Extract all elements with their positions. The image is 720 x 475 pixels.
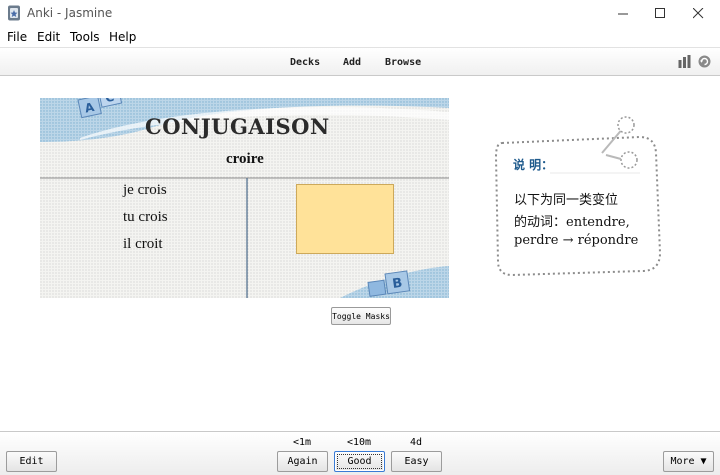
again-button[interactable]: Again	[277, 451, 328, 472]
occlusion-mask[interactable]	[296, 184, 394, 254]
easy-button[interactable]: Easy	[391, 451, 442, 472]
note-line: 以下为同一类变位	[514, 193, 619, 208]
again-interval: <1m	[292, 437, 312, 448]
decks-link[interactable]: Decks	[290, 57, 320, 68]
window-title: Anki - Jasmine	[27, 6, 113, 20]
conjugation-line: je crois	[123, 182, 167, 198]
menu-edit[interactable]: Edit	[37, 30, 60, 44]
menu-help[interactable]: Help	[109, 30, 136, 44]
more-button[interactable]: More ▼	[663, 451, 714, 472]
maximize-button[interactable]	[642, 0, 678, 27]
stats-icon[interactable]	[678, 55, 692, 68]
conjugation-line: tu crois	[123, 209, 168, 225]
menu-bar: File Edit Tools Help	[0, 27, 720, 47]
easy-interval: 4d	[409, 437, 423, 448]
card-image: A C B CONJUGAISON croire je crois tu cro…	[40, 98, 449, 298]
minimize-icon	[617, 13, 628, 15]
note-line: perdre → répondre	[514, 233, 639, 248]
maximize-icon	[654, 8, 665, 18]
note-line: 的动词：entendre,	[514, 215, 630, 230]
note-title: 说 明：	[513, 158, 554, 172]
verb-infinitive: croire	[226, 151, 264, 167]
main-toolbar: Decks Add Browse	[0, 47, 720, 76]
browse-link[interactable]: Browse	[385, 57, 421, 68]
svg-text:B: B	[391, 276, 403, 292]
edit-button[interactable]: Edit	[6, 451, 57, 472]
good-button[interactable]: Good	[334, 451, 385, 472]
good-interval: <10m	[346, 437, 372, 448]
sync-icon[interactable]	[698, 55, 711, 68]
conjugation-line: il croit	[123, 236, 163, 252]
minimize-button[interactable]	[605, 0, 641, 27]
toggle-masks-button[interactable]: Toggle Masks	[331, 307, 391, 325]
close-button[interactable]	[680, 0, 716, 27]
menu-tools[interactable]: Tools	[70, 30, 100, 44]
menu-file[interactable]: File	[7, 30, 27, 44]
title-bar: Anki - Jasmine	[0, 0, 720, 27]
close-icon	[692, 8, 703, 19]
add-link[interactable]: Add	[343, 57, 361, 68]
anki-app-icon	[8, 5, 20, 21]
card-heading: CONJUGAISON	[145, 114, 330, 139]
